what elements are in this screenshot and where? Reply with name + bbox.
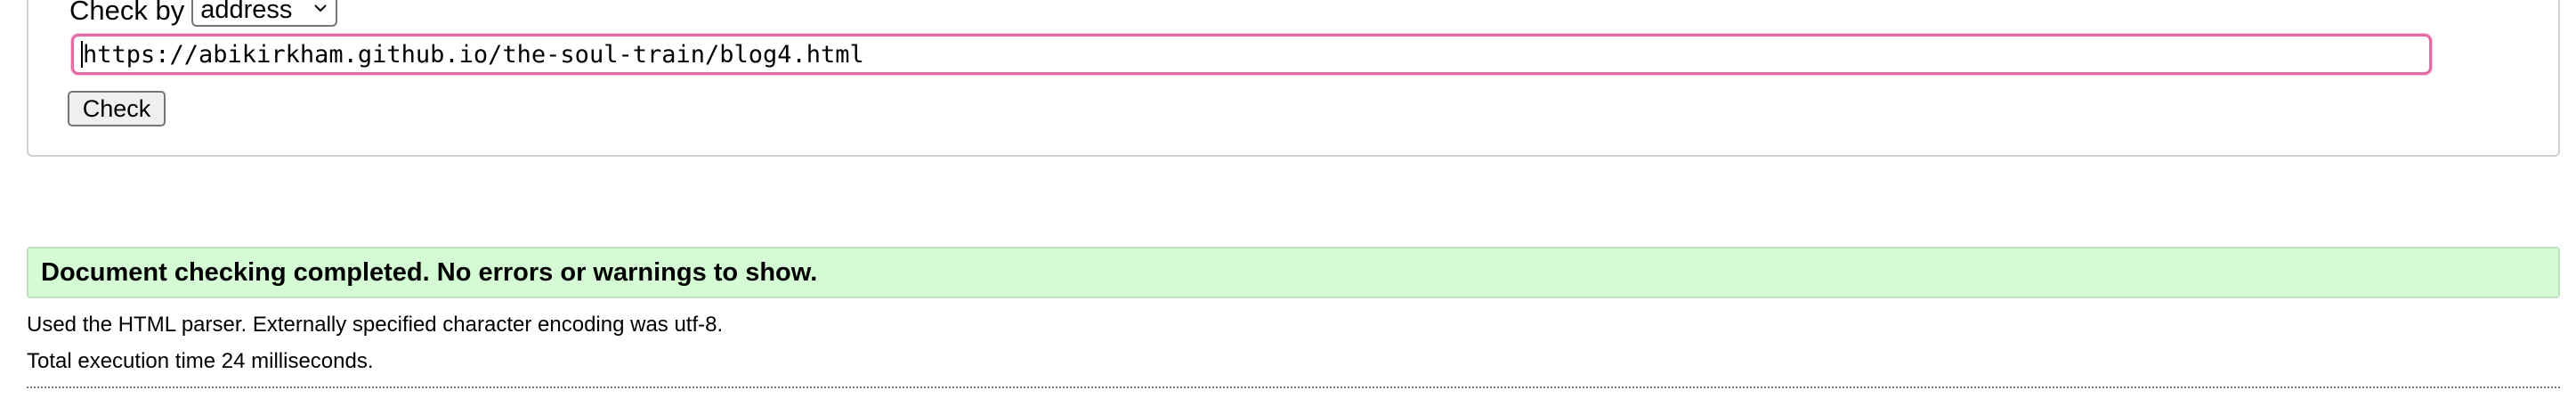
check-button[interactable]: Check	[68, 91, 166, 126]
chevron-down-icon	[314, 4, 327, 12]
url-input-value: https://abikirkham.github.io/the-soul-tr…	[83, 40, 864, 69]
check-by-select[interactable]: address	[191, 0, 338, 27]
url-input[interactable]: https://abikirkham.github.io/the-soul-tr…	[71, 34, 2432, 75]
check-form-fieldset	[27, 0, 2560, 157]
success-message-box: Document checking completed. No errors o…	[27, 247, 2560, 298]
dotted-divider	[27, 387, 2560, 388]
validator-page: Check by address https://abikirkham.gith…	[0, 0, 2576, 415]
check-by-row: Check by address	[69, 0, 338, 28]
success-message: Document checking completed. No errors o…	[41, 257, 818, 287]
parser-info-text: Used the HTML parser. Externally specifi…	[27, 313, 724, 337]
execution-time-text: Total execution time 24 milliseconds.	[27, 349, 374, 373]
check-by-label: Check by	[69, 0, 185, 26]
check-by-selected-value: address	[200, 0, 293, 24]
